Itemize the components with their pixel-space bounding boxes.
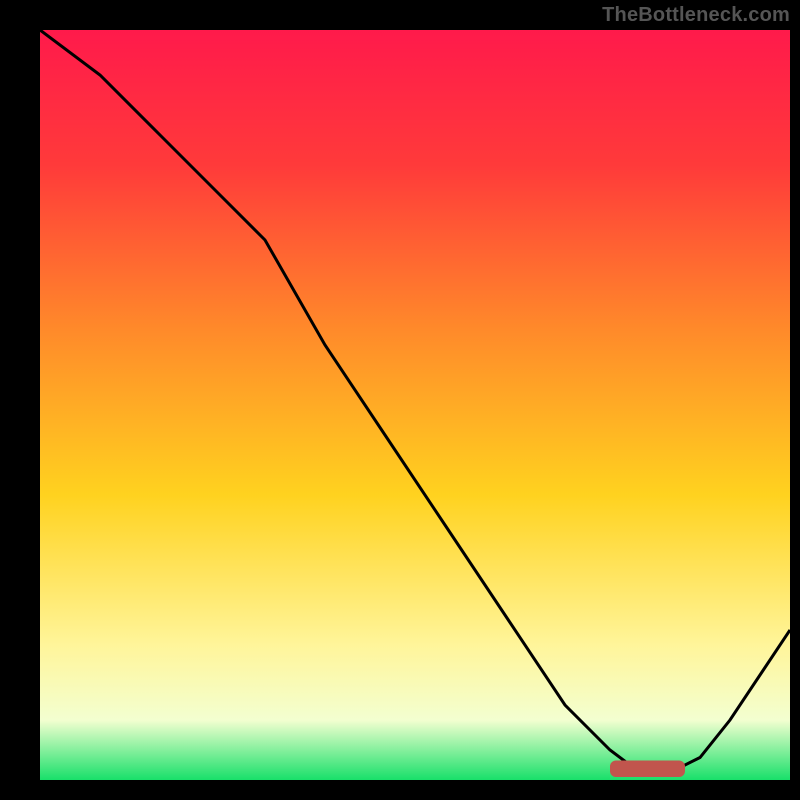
optimal-marker [610,761,685,778]
watermark-text: TheBottleneck.com [602,4,790,27]
plot-area [40,30,790,780]
chart-frame: TheBottleneck.com [0,0,800,800]
gradient-background [40,30,790,780]
plot-svg [40,30,790,780]
